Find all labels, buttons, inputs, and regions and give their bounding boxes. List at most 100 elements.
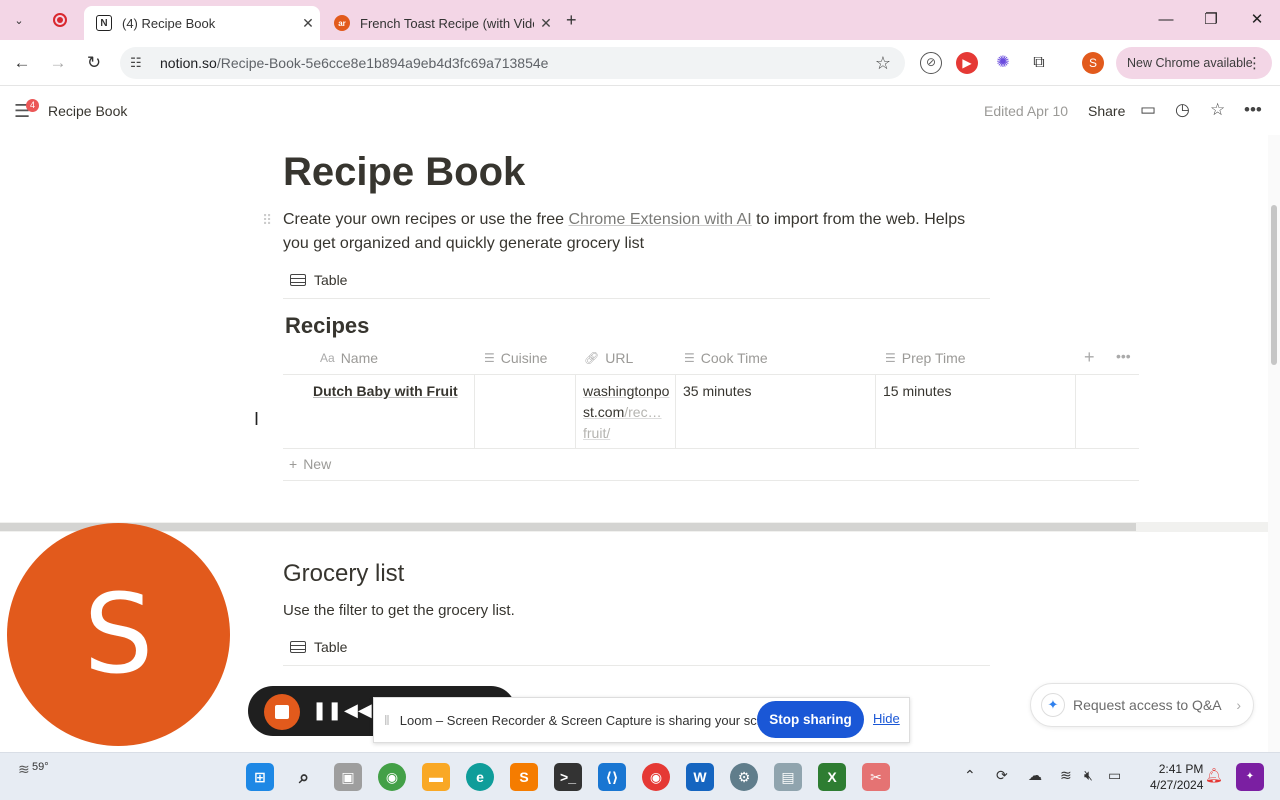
more-options-icon[interactable]: ••• <box>1116 348 1131 364</box>
puzzle-icon[interactable]: ⧉ <box>1028 52 1050 74</box>
chrome-icon[interactable]: ◉ <box>378 763 406 791</box>
column-header-url[interactable]: 🔗︎ URL <box>584 348 633 368</box>
comments-icon[interactable]: ▭ <box>1140 100 1156 120</box>
page-description[interactable]: Create your own recipes or use the free … <box>283 208 983 256</box>
back-icon[interactable]: ← <box>9 50 35 76</box>
address-bar[interactable]: ☷ notion.so/Recipe-Book-5e6cce8e1b894a9e… <box>120 47 905 79</box>
cook-time-cell[interactable]: 35 minutes <box>683 381 751 402</box>
reload-icon[interactable]: ↻ <box>81 50 107 76</box>
weather-widget[interactable]: ≋ 59° <box>18 761 49 778</box>
grocery-list-heading[interactable]: Grocery list <box>283 560 404 588</box>
table-icon <box>290 274 306 286</box>
column-label: Cook Time <box>700 350 768 366</box>
tab-search-icon[interactable]: ⌄ <box>8 10 30 32</box>
notion-icon: N <box>96 15 112 31</box>
sublime-icon[interactable]: S <box>510 763 538 791</box>
add-property-icon[interactable]: + <box>1084 347 1095 368</box>
restore-icon[interactable]: ❐ <box>1191 8 1231 32</box>
weather-icon: ≋ <box>18 761 30 777</box>
loom-camera-avatar[interactable]: S <box>7 523 230 746</box>
bookmark-star-icon[interactable]: ☆ <box>875 53 891 74</box>
volume-mute-icon[interactable]: 🔇︎ <box>1084 767 1093 784</box>
word-icon[interactable]: W <box>686 763 714 791</box>
extension-icon[interactable]: ▶ <box>956 52 978 74</box>
view-label: Table <box>314 639 348 655</box>
url-cell[interactable]: washingtonpost.com/rec… fruit/ <box>583 381 673 444</box>
profile-avatar[interactable]: S <box>1082 52 1104 74</box>
favorite-star-icon[interactable]: ☆ <box>1210 100 1225 120</box>
vertical-scrollbar[interactable] <box>1268 135 1280 755</box>
chrome-profile-icon[interactable]: ◉ <box>642 763 670 791</box>
text-property-icon: ☰ <box>885 351 896 365</box>
sync-icon[interactable]: ⟳ <box>996 767 1008 784</box>
close-tab-icon[interactable]: ✕ <box>534 15 558 32</box>
request-qna-button[interactable]: ✦ Request access to Q&A › <box>1030 683 1254 727</box>
scroll-thumb[interactable] <box>1271 205 1277 365</box>
recipe-name-cell[interactable]: Dutch Baby with Fruit <box>313 381 458 402</box>
database-title[interactable]: Recipes <box>285 313 369 339</box>
grocery-list-description[interactable]: Use the filter to get the grocery list. <box>283 602 515 619</box>
extension-icon[interactable]: ⊘ <box>920 52 942 74</box>
breadcrumb[interactable]: Recipe Book <box>48 103 127 119</box>
close-window-icon[interactable]: ✕ <box>1237 8 1277 32</box>
copilot-icon[interactable]: ✦ <box>1236 763 1264 791</box>
file-explorer-icon[interactable]: ▬ <box>422 763 450 791</box>
column-header-cook-time[interactable]: ☰ Cook Time <box>684 348 768 368</box>
wifi-icon[interactable]: ≋ <box>1060 767 1072 784</box>
column-header-name[interactable]: Aa Name <box>320 348 378 368</box>
chrome-extension-link[interactable]: Chrome Extension with AI <box>568 211 751 228</box>
column-header-prep-time[interactable]: ☰ Prep Time <box>885 348 966 368</box>
stop-sharing-button[interactable]: Stop sharing <box>757 701 864 738</box>
search-icon[interactable]: ⌕ <box>290 763 318 791</box>
recording-icon[interactable] <box>53 13 67 27</box>
table-header-border <box>283 374 1139 375</box>
edge-icon[interactable]: e <box>466 763 494 791</box>
updates-clock-icon[interactable]: ◷ <box>1175 100 1190 120</box>
settings-gear-icon[interactable]: ⚙ <box>730 763 758 791</box>
close-tab-icon[interactable]: ✕ <box>296 15 320 32</box>
view-label: Table <box>314 272 348 288</box>
column-divider <box>875 374 876 448</box>
tab-recipe-book[interactable]: N (4) Recipe Book ✕ <box>84 6 320 40</box>
forward-icon[interactable]: → <box>45 50 71 76</box>
column-divider <box>474 374 475 448</box>
excel-icon[interactable]: X <box>818 763 846 791</box>
prep-time-cell[interactable]: 15 minutes <box>883 381 951 402</box>
hide-link[interactable]: Hide <box>873 711 900 726</box>
chevron-up-icon[interactable]: ⌃ <box>964 767 976 784</box>
system-clock[interactable]: 2:41 PM 4/27/2024 <box>1150 761 1203 793</box>
horizontal-scrollbar[interactable] <box>0 522 1268 532</box>
snipping-tool-icon[interactable]: ✂ <box>862 763 890 791</box>
site-info-icon[interactable]: ☷ <box>130 55 152 71</box>
drag-grip-icon[interactable]: ‖ <box>384 712 390 728</box>
sharing-message: Loom – Screen Recorder & Screen Capture … <box>399 712 787 728</box>
restart-icon[interactable]: ◀◀ <box>344 700 372 721</box>
new-row-button[interactable]: + New <box>289 456 331 472</box>
more-options-icon[interactable]: ••• <box>1244 100 1262 120</box>
terminal-icon[interactable]: >_ <box>554 763 582 791</box>
app-icon[interactable]: ▤ <box>774 763 802 791</box>
grocery-table-view-tab[interactable]: Table <box>290 639 347 655</box>
tab-title: (4) Recipe Book <box>122 15 216 31</box>
windows-start-icon[interactable]: ⊞ <box>246 763 274 791</box>
more-vert-icon[interactable]: ⋮ <box>1247 54 1262 72</box>
cuisine-cell[interactable] <box>476 381 574 447</box>
loom-stop-record-button[interactable] <box>264 694 300 730</box>
pause-icon[interactable]: ❚❚ <box>312 700 342 721</box>
extension-icon[interactable]: ✺ <box>992 52 1014 74</box>
onedrive-icon[interactable]: ☁ <box>1028 767 1042 784</box>
share-button[interactable]: Share <box>1088 103 1125 119</box>
new-tab-icon[interactable]: + <box>566 10 577 31</box>
task-view-icon[interactable]: ▣ <box>334 763 362 791</box>
minimize-icon[interactable]: — <box>1146 8 1186 32</box>
tab-french-toast[interactable]: ar French Toast Recipe (with Video) ✕ <box>322 6 558 40</box>
vscode-icon[interactable]: ⟨⟩ <box>598 763 626 791</box>
scroll-thumb[interactable] <box>0 523 1136 531</box>
drag-handle-icon[interactable]: ⠿ <box>262 212 272 229</box>
page-title[interactable]: Recipe Book <box>283 150 525 195</box>
notification-bell-icon[interactable]: 🔔︎ <box>1205 767 1223 784</box>
column-header-cuisine[interactable]: ☰ Cuisine <box>484 348 547 368</box>
table-view-tab[interactable]: Table <box>290 272 347 288</box>
battery-icon[interactable]: ▭ <box>1108 767 1121 784</box>
new-chrome-button[interactable]: New Chrome available ⋮ <box>1116 47 1272 79</box>
